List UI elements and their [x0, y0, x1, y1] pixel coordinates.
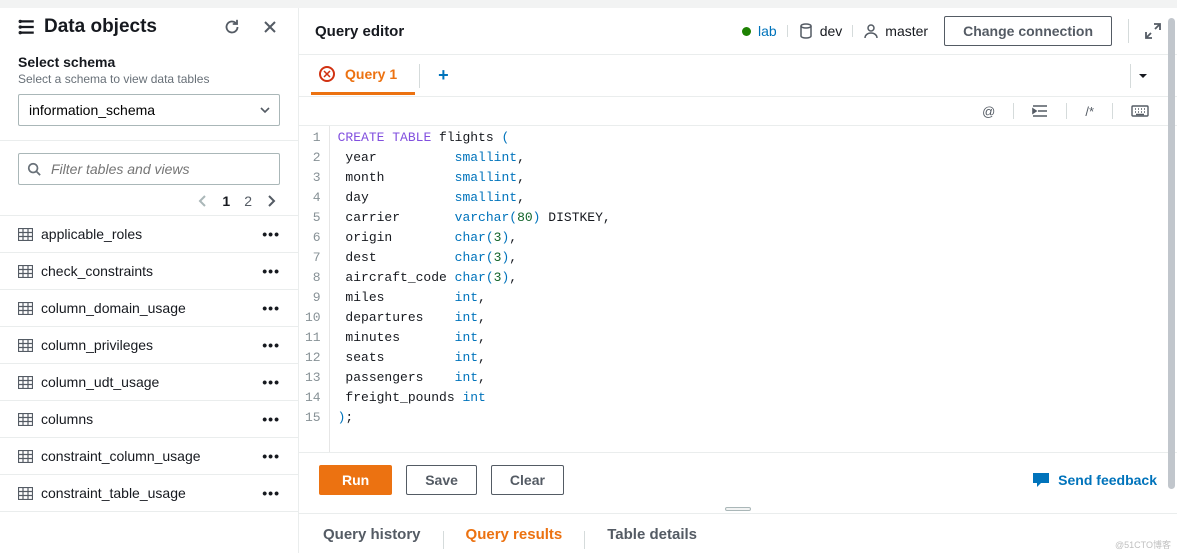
- line-number: 5: [305, 208, 321, 228]
- table-name: column_domain_usage: [41, 300, 262, 316]
- table-row[interactable]: column_privileges•••: [0, 327, 298, 364]
- table-icon: [18, 339, 33, 352]
- table-row[interactable]: columns•••: [0, 401, 298, 438]
- line-number: 1: [305, 128, 321, 148]
- table-icon: [18, 302, 33, 315]
- expand-icon[interactable]: [1145, 23, 1161, 39]
- table-row[interactable]: constraint_table_usage•••: [0, 475, 298, 512]
- line-number: 4: [305, 188, 321, 208]
- table-name: column_privileges: [41, 337, 262, 353]
- row-menu-icon[interactable]: •••: [262, 411, 280, 427]
- send-feedback-link[interactable]: Send feedback: [1032, 472, 1157, 488]
- add-tab-button[interactable]: +: [424, 55, 463, 96]
- line-number: 10: [305, 308, 321, 328]
- keyboard-icon[interactable]: [1131, 105, 1149, 117]
- line-number: 8: [305, 268, 321, 288]
- row-menu-icon[interactable]: •••: [262, 226, 280, 242]
- schema-label: Select schema: [18, 54, 280, 70]
- pagination: 1 2: [18, 185, 280, 215]
- line-number: 7: [305, 248, 321, 268]
- conn-cluster: lab: [742, 23, 777, 39]
- table-name: column_udt_usage: [41, 374, 262, 390]
- status-dot-icon: [742, 27, 751, 36]
- table-icon: [18, 487, 33, 500]
- code-area[interactable]: CREATE TABLE flights ( year smallint, mo…: [330, 126, 619, 452]
- table-name: check_constraints: [41, 263, 262, 279]
- scrollbar[interactable]: [1168, 18, 1175, 489]
- change-connection-button[interactable]: Change connection: [944, 16, 1112, 46]
- page-1[interactable]: 1: [222, 193, 230, 209]
- table-icon: [18, 265, 33, 278]
- list-icon: [18, 18, 36, 36]
- at-tool[interactable]: @: [982, 104, 995, 119]
- line-number: 15: [305, 408, 321, 428]
- row-menu-icon[interactable]: •••: [262, 337, 280, 353]
- schema-help: Select a schema to view data tables: [18, 72, 280, 86]
- row-menu-icon[interactable]: •••: [262, 374, 280, 390]
- line-number: 9: [305, 288, 321, 308]
- line-number: 11: [305, 328, 321, 348]
- comment-tool[interactable]: /*: [1085, 104, 1094, 119]
- editor-title: Query editor: [315, 23, 726, 40]
- line-number: 13: [305, 368, 321, 388]
- search-icon: [27, 162, 41, 176]
- clear-button[interactable]: Clear: [491, 465, 564, 495]
- conn-user: master: [864, 23, 928, 39]
- row-menu-icon[interactable]: •••: [262, 485, 280, 501]
- page-prev[interactable]: [198, 195, 208, 207]
- line-number: 14: [305, 388, 321, 408]
- sql-editor[interactable]: 123456789101112131415 CREATE TABLE fligh…: [299, 125, 1177, 453]
- tab-query-history[interactable]: Query history: [323, 526, 421, 553]
- indent-icon[interactable]: [1032, 104, 1048, 118]
- table-icon: [18, 450, 33, 463]
- table-name: constraint_column_usage: [41, 448, 262, 464]
- table-icon: [18, 228, 33, 241]
- table-icon: [18, 376, 33, 389]
- close-button[interactable]: [260, 17, 280, 37]
- table-icon: [18, 413, 33, 426]
- table-name: columns: [41, 411, 262, 427]
- table-row[interactable]: applicable_roles•••: [0, 216, 298, 253]
- table-row[interactable]: constraint_column_usage•••: [0, 438, 298, 475]
- main: Query editor lab dev master Change conne…: [299, 8, 1177, 553]
- table-row[interactable]: column_udt_usage•••: [0, 364, 298, 401]
- table-row[interactable]: check_constraints•••: [0, 253, 298, 290]
- query-tab-1[interactable]: ✕ Query 1: [311, 56, 415, 95]
- table-name: constraint_table_usage: [41, 485, 262, 501]
- page-next[interactable]: [266, 195, 276, 207]
- run-button[interactable]: Run: [319, 465, 392, 495]
- table-name: applicable_roles: [41, 226, 262, 242]
- row-menu-icon[interactable]: •••: [262, 263, 280, 279]
- tabs-menu-icon[interactable]: [1137, 70, 1149, 82]
- feedback-icon: [1032, 472, 1050, 488]
- row-menu-icon[interactable]: •••: [262, 448, 280, 464]
- refresh-button[interactable]: [222, 17, 242, 37]
- page-2[interactable]: 2: [244, 193, 252, 209]
- schema-select[interactable]: information_schema: [18, 94, 280, 126]
- database-icon: [799, 23, 813, 39]
- row-menu-icon[interactable]: •••: [262, 300, 280, 316]
- line-number: 3: [305, 168, 321, 188]
- sidebar-title: Data objects: [18, 16, 222, 38]
- tab-query-results[interactable]: Query results: [466, 526, 563, 553]
- save-button[interactable]: Save: [406, 465, 477, 495]
- user-icon: [864, 23, 878, 39]
- line-number: 2: [305, 148, 321, 168]
- watermark: @51CTO博客: [1115, 538, 1171, 551]
- table-row[interactable]: column_domain_usage•••: [0, 290, 298, 327]
- line-number: 12: [305, 348, 321, 368]
- tab-table-details[interactable]: Table details: [607, 526, 697, 553]
- line-number: 6: [305, 228, 321, 248]
- filter-input[interactable]: [18, 153, 280, 185]
- sidebar: Data objects Select schema Select a sche…: [0, 8, 299, 553]
- close-tab-icon[interactable]: ✕: [319, 66, 335, 82]
- conn-database: dev: [799, 23, 843, 39]
